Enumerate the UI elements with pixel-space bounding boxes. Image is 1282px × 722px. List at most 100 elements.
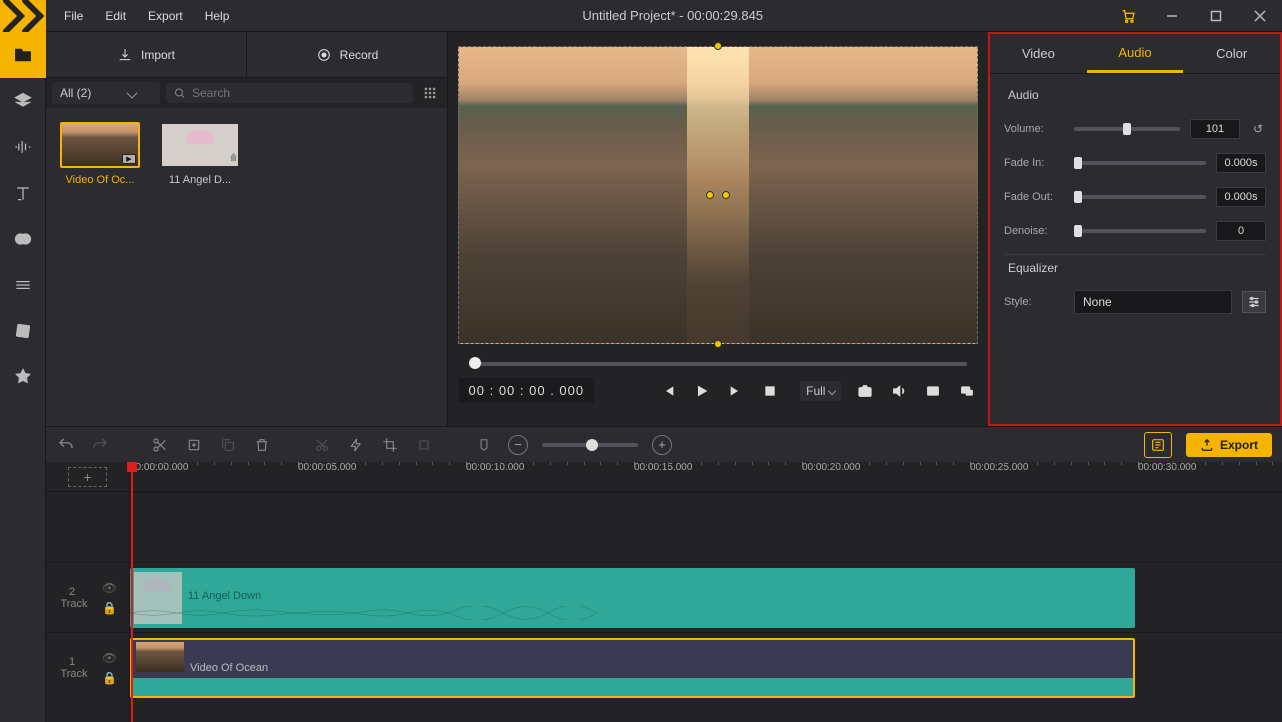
volume-value[interactable]: 101 <box>1190 119 1240 139</box>
denoise-value[interactable]: 0 <box>1216 221 1266 241</box>
track-header-2[interactable]: 2 Track 👁🔒 <box>46 562 129 632</box>
aspect-button[interactable] <box>923 381 943 401</box>
clip-audio[interactable]: 11 Angel Down <box>130 568 1135 628</box>
rotate-handle[interactable] <box>722 191 730 199</box>
speed-button[interactable] <box>346 435 366 455</box>
media-item-label: Video Of Oc... <box>60 174 140 186</box>
crop-button[interactable] <box>380 435 400 455</box>
tab-audio[interactable]: Audio <box>1087 34 1184 73</box>
filter-dropdown[interactable]: All (2) <box>52 82 160 104</box>
media-item-video[interactable]: ▶ Video Of Oc... <box>60 122 140 186</box>
add-track-button[interactable]: + <box>46 462 129 492</box>
record-label: Record <box>340 48 379 62</box>
playback-controls: 00 : 00 : 00 . 000 Full <box>459 378 978 403</box>
media-item-audio[interactable]: ıllı 11 Angel D... <box>160 122 240 186</box>
lock-icon[interactable]: 🔒 <box>102 601 117 615</box>
playhead[interactable] <box>131 462 133 722</box>
volume-label: Volume: <box>1004 123 1064 135</box>
render-button[interactable] <box>1144 432 1172 458</box>
zoom-out-button[interactable]: − <box>508 435 528 455</box>
volume-button[interactable] <box>889 381 909 401</box>
prev-frame-button[interactable] <box>658 381 678 401</box>
close-button[interactable] <box>1238 0 1282 32</box>
fadeout-value[interactable]: 0.000s <box>1216 187 1266 207</box>
rotate-button[interactable] <box>414 435 434 455</box>
fadeout-slider[interactable] <box>1074 195 1206 199</box>
chevron-down-icon <box>828 386 836 394</box>
elements-icon[interactable] <box>0 308 46 354</box>
window-controls <box>1106 0 1282 32</box>
cart-icon[interactable] <box>1106 0 1150 32</box>
media-tab-icon[interactable] <box>0 32 46 78</box>
timeline-ruler[interactable]: 00:00:00.00000:00:05.00000:00:10.00000:0… <box>130 462 1282 492</box>
fadein-value[interactable]: 0.000s <box>1216 153 1266 173</box>
split-button[interactable] <box>150 435 170 455</box>
scrub-knob[interactable] <box>469 357 481 369</box>
audio-wave-icon[interactable] <box>0 124 46 170</box>
layers-icon[interactable] <box>0 78 46 124</box>
overlay-icon[interactable] <box>0 216 46 262</box>
clip-label: 11 Angel Down <box>188 590 261 602</box>
clip-video[interactable]: Video Of Ocean <box>130 638 1135 698</box>
equalizer-settings-button[interactable] <box>1242 291 1266 313</box>
resize-handle-n[interactable] <box>714 42 722 50</box>
resize-handle-s[interactable] <box>714 340 722 348</box>
timecode-display: 00 : 00 : 00 . 000 <box>459 378 595 403</box>
search-box <box>166 83 413 103</box>
fadein-slider[interactable] <box>1074 161 1206 165</box>
text-icon[interactable] <box>0 170 46 216</box>
maximize-button[interactable] <box>1194 0 1238 32</box>
reset-volume-icon[interactable]: ↺ <box>1250 122 1266 136</box>
eye-icon[interactable]: 👁 <box>102 651 117 665</box>
eye-icon[interactable]: 👁 <box>102 581 117 595</box>
cut-button[interactable] <box>312 435 332 455</box>
style-label: Style: <box>1004 296 1064 308</box>
denoise-slider[interactable] <box>1074 229 1206 233</box>
preview-zoom-dropdown[interactable]: Full <box>800 381 841 401</box>
timeline-tracks[interactable]: 00:00:00.00000:00:05.00000:00:10.00000:0… <box>130 462 1282 722</box>
marker-button[interactable] <box>474 435 494 455</box>
scrub-slider[interactable] <box>469 362 967 366</box>
window-title: Untitled Project* - 00:00:29.845 <box>239 8 1106 23</box>
redo-button[interactable] <box>90 435 110 455</box>
media-grid: ▶ Video Of Oc... ıllı 11 Angel D... <box>46 108 447 200</box>
zoom-slider[interactable] <box>542 443 638 447</box>
audio-group-title: Audio <box>1008 88 1266 102</box>
style-dropdown[interactable]: None <box>1074 290 1232 314</box>
menu-help[interactable]: Help <box>195 3 240 29</box>
delete-button[interactable] <box>252 435 272 455</box>
record-button[interactable]: Record <box>246 32 447 77</box>
preview-canvas[interactable] <box>458 46 978 344</box>
minimize-button[interactable] <box>1150 0 1194 32</box>
snapshot-button[interactable] <box>855 381 875 401</box>
zoom-in-button[interactable]: + <box>652 435 672 455</box>
properties-panel: Video Audio Color Audio Volume: 101 ↺ Fa… <box>988 32 1282 426</box>
search-input[interactable] <box>192 86 405 100</box>
add-marker-button[interactable] <box>184 435 204 455</box>
tab-color[interactable]: Color <box>1183 34 1280 73</box>
media-item-label: 11 Angel D... <box>160 174 240 186</box>
undo-button[interactable] <box>56 435 76 455</box>
stop-button[interactable] <box>760 381 780 401</box>
fullscreen-button[interactable] <box>957 381 977 401</box>
copy-button[interactable] <box>218 435 238 455</box>
menu-edit[interactable]: Edit <box>95 3 136 29</box>
chevron-down-icon <box>126 87 137 98</box>
titlebar: File Edit Export Help Untitled Project* … <box>0 0 1282 32</box>
center-handle[interactable] <box>706 191 714 199</box>
next-frame-button[interactable] <box>726 381 746 401</box>
search-icon <box>174 87 186 100</box>
denoise-label: Denoise: <box>1004 225 1064 237</box>
export-button[interactable]: Export <box>1186 433 1272 457</box>
transitions-icon[interactable] <box>0 262 46 308</box>
favorites-icon[interactable] <box>0 354 46 400</box>
lock-icon[interactable]: 🔒 <box>102 671 117 685</box>
volume-slider[interactable] <box>1074 127 1180 131</box>
menu-file[interactable]: File <box>54 3 93 29</box>
play-button[interactable] <box>692 381 712 401</box>
tab-video[interactable]: Video <box>990 34 1087 73</box>
import-button[interactable]: Import <box>46 32 246 77</box>
menu-export[interactable]: Export <box>138 3 193 29</box>
grid-view-icon[interactable] <box>419 82 441 104</box>
track-header-1[interactable]: 1 Track 👁🔒 <box>46 632 129 702</box>
